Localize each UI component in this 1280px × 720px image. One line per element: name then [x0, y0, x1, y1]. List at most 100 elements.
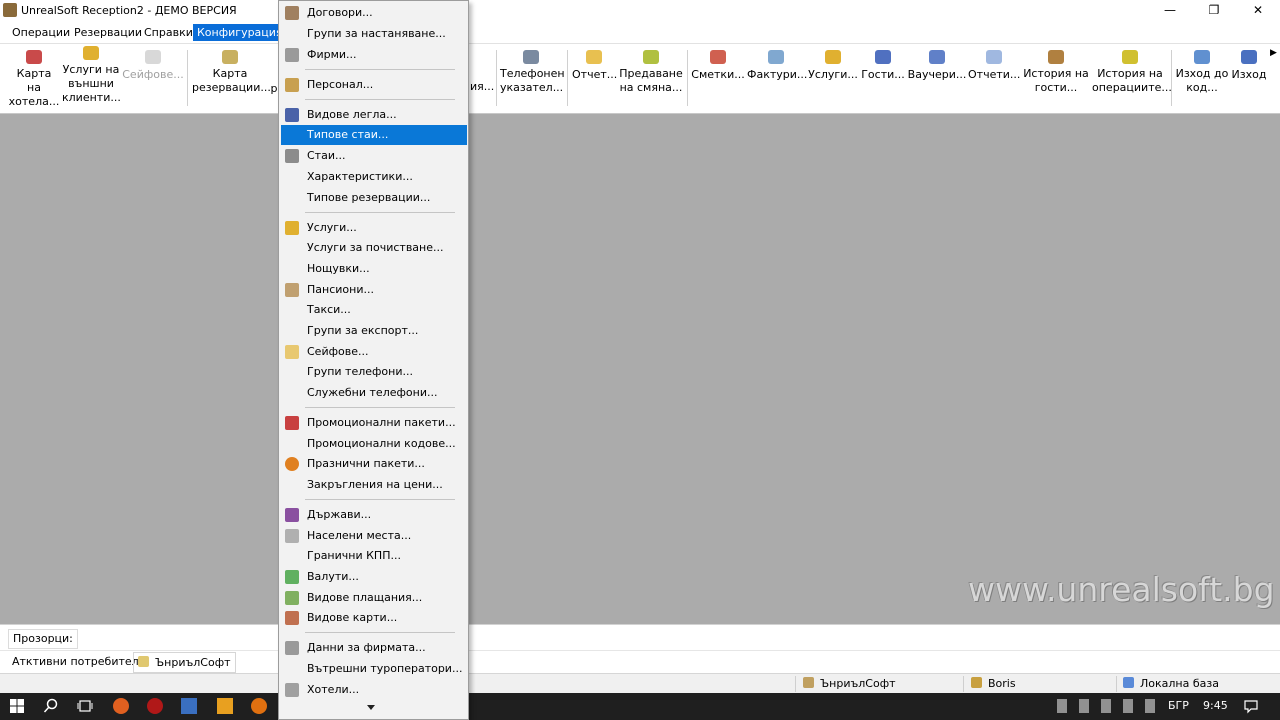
menu-item-service-phones[interactable]: Служебни телефони...	[281, 383, 467, 403]
active-users-bar: Атктивни потребители: ЪнриълСофт	[0, 650, 1280, 674]
menu-item-internal-tour-operators[interactable]: Вътрешни туроператори...	[281, 659, 467, 679]
menu-operations[interactable]: Операции	[8, 24, 74, 41]
vouchers-icon	[929, 50, 945, 64]
toolbar: Карта на хотела... Услуги на външни клиенти…	[0, 44, 1280, 114]
menu-item-rooms[interactable]: Стаи...	[281, 146, 467, 166]
search-icon[interactable]	[43, 698, 59, 714]
taskbar-app-icon[interactable]	[217, 698, 233, 714]
services-menu-icon	[285, 221, 299, 235]
minimize-button[interactable]: —	[1148, 0, 1192, 22]
windows-start-icon[interactable]	[9, 698, 25, 714]
phone-directory-button[interactable]: Телефонен указател...	[500, 48, 565, 95]
firefox-icon[interactable]	[251, 698, 267, 714]
phone-book-icon	[523, 50, 539, 64]
pumpkin-icon	[285, 457, 299, 471]
services-toolbar-icon	[825, 50, 841, 64]
menu-item-accommodation-groups[interactable]: Групи за настаняване...	[281, 24, 467, 44]
menu-item-currencies[interactable]: Валути...	[281, 567, 467, 587]
menu-item-phone-groups[interactable]: Групи телефони...	[281, 362, 467, 382]
exit-button[interactable]: Изход	[1231, 48, 1267, 82]
menu-bar: Операции Резервации Справки Конфигурация	[0, 22, 1280, 44]
task-view-icon[interactable]	[77, 698, 93, 714]
system-tray-icons[interactable]	[1057, 699, 1157, 713]
clock[interactable]: 9:45	[1203, 699, 1228, 712]
menu-item-reservation-types[interactable]: Типове резервации...	[281, 188, 467, 208]
restore-button[interactable]: ❐	[1192, 0, 1236, 22]
reports-button[interactable]: Отчети...	[968, 48, 1020, 82]
external-services-button[interactable]: Услуги на външни клиенти...	[62, 44, 121, 105]
menu-item-export-groups[interactable]: Групи за експорт...	[281, 321, 467, 341]
status-company: ЪнриълСофт	[803, 676, 896, 692]
taskbar-app-icon[interactable]	[181, 698, 197, 714]
menu-configuration[interactable]: Конфигурация	[193, 24, 287, 41]
card-icon	[285, 611, 299, 625]
menu-item-price-rounding[interactable]: Закръгления на цени...	[281, 475, 467, 495]
menu-item-companies[interactable]: Фирми...	[281, 45, 467, 65]
handover-icon	[643, 50, 659, 64]
menu-item-promo-codes[interactable]: Промоционални кодове...	[281, 434, 467, 454]
active-user-chip[interactable]: ЪнриълСофт	[133, 652, 236, 673]
exit-code-icon	[1194, 50, 1210, 64]
menu-item-room-types[interactable]: Типове стаи...	[281, 125, 467, 145]
services-icon	[83, 46, 99, 60]
menu-item-countries[interactable]: Държави...	[281, 505, 467, 525]
vouchers-button[interactable]: Ваучери...	[907, 48, 967, 82]
menu-item-nights[interactable]: Нощувки...	[281, 259, 467, 279]
menu-item-holiday-packages[interactable]: Празнични пакети...	[281, 454, 467, 474]
close-button[interactable]: ✕	[1236, 0, 1280, 22]
status-bar: ЪнриълСофт Boris Локална база	[0, 673, 1280, 694]
taskbar-app-icon[interactable]	[147, 698, 163, 714]
contracts-icon	[285, 6, 299, 20]
invoices-icon	[768, 50, 784, 64]
menu-item-board-types[interactable]: Пансиони...	[281, 280, 467, 300]
bills-button[interactable]: Сметки...	[690, 48, 746, 82]
guests-button[interactable]: Гости...	[861, 48, 905, 82]
currencies-icon	[285, 570, 299, 584]
scroll-down-icon[interactable]	[367, 705, 375, 710]
menu-item-fees[interactable]: Такси...	[281, 300, 467, 320]
language-indicator[interactable]: БГР	[1168, 699, 1189, 712]
menu-item-promo-packages[interactable]: Промоционални пакети...	[281, 413, 467, 433]
window-title: UnrealSoft Reception2 - ДЕМО ВЕРСИЯ	[21, 4, 237, 17]
menu-item-border-checkpoints[interactable]: Гранични КПП...	[281, 546, 467, 566]
menu-item-services[interactable]: Услуги...	[281, 218, 467, 238]
menu-item-card-types[interactable]: Видове карти...	[281, 608, 467, 628]
menu-item-settlements[interactable]: Населени места...	[281, 526, 467, 546]
bed-types-icon	[285, 108, 299, 122]
reports-icon	[986, 50, 1002, 64]
menu-item-company-data[interactable]: Данни за фирмата...	[281, 638, 467, 658]
taskbar-app-icon[interactable]	[113, 698, 129, 714]
menu-reservations[interactable]: Резервации	[70, 24, 146, 41]
services-button[interactable]: Услуги...	[807, 48, 859, 82]
guest-history-button[interactable]: История на гости...	[1022, 48, 1090, 95]
menu-item-safes[interactable]: Сейфове...	[281, 342, 467, 362]
toolbar-overflow-icon[interactable]: ▶	[1270, 48, 1277, 58]
safe-menu-icon	[285, 345, 299, 359]
invoices-button[interactable]: Фактури...	[747, 48, 807, 82]
payment-icon	[285, 591, 299, 605]
shift-handover-button[interactable]: Предаване на смяна...	[618, 48, 684, 95]
report-button[interactable]: Отчет...	[572, 48, 617, 82]
toolbar-partial-label-2: ия...	[470, 80, 495, 93]
promo-icon	[285, 416, 299, 430]
toolbar-partial-label: р	[270, 82, 278, 95]
guests-icon	[875, 50, 891, 64]
menu-item-staff[interactable]: Персонал...	[281, 75, 467, 95]
hotel-map-button[interactable]: Карта на хотела...	[8, 48, 60, 109]
notifications-icon[interactable]	[1243, 698, 1259, 714]
menu-item-payment-types[interactable]: Видове плащания...	[281, 588, 467, 608]
reservation-map-icon	[222, 50, 238, 64]
menu-item-hotels[interactable]: Хотели...	[281, 680, 467, 700]
menu-item-cleaning-services[interactable]: Услуги за почистване...	[281, 238, 467, 258]
exit-to-code-button[interactable]: Изход до код...	[1175, 48, 1229, 95]
reservation-map-button[interactable]: Карта резервации...	[192, 48, 271, 95]
safes-button[interactable]: Сейфове...	[122, 48, 184, 82]
operations-history-button[interactable]: История на операциите...	[1092, 48, 1172, 95]
menu-reports[interactable]: Справки	[140, 24, 197, 41]
menu-item-contracts[interactable]: Договори...	[281, 3, 467, 23]
menu-item-characteristics[interactable]: Характеристики...	[281, 167, 467, 187]
menu-item-bed-types[interactable]: Видове легла...	[281, 105, 467, 125]
active-users-label: Атктивни потребители:	[12, 655, 150, 668]
user-icon	[138, 656, 149, 667]
windows-bar: Прозорци:	[0, 624, 1280, 651]
